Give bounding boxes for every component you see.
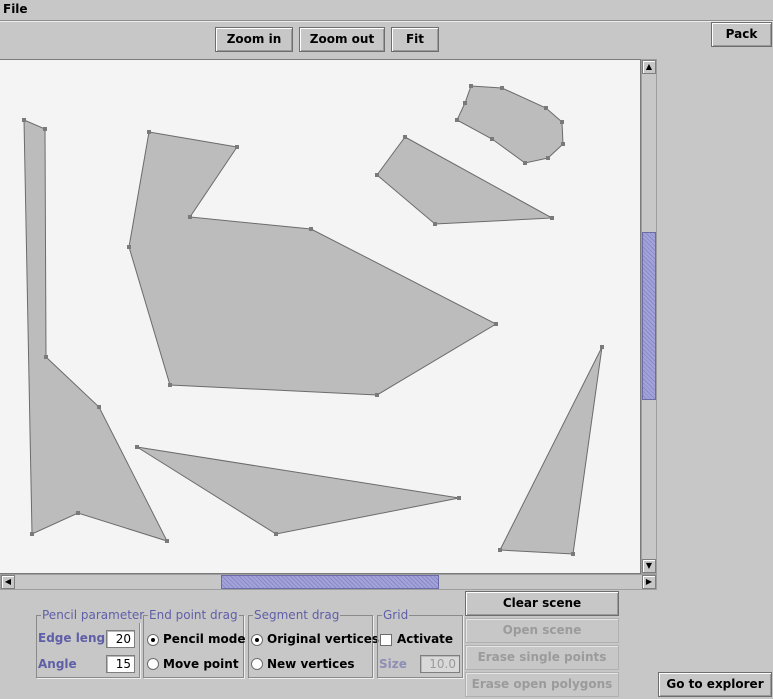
new-vertices-label[interactable]: New vertices	[267, 657, 355, 671]
edge-length-field[interactable]: 20	[106, 630, 135, 648]
vertex-handle[interactable]	[165, 539, 169, 543]
vertex-handle[interactable]	[457, 496, 461, 500]
end-point-drag-title: End point drag	[148, 607, 239, 623]
vertex-handle[interactable]	[455, 118, 459, 122]
go-to-explorer-button[interactable]: Go to explorer	[658, 672, 772, 697]
vertex-handle[interactable]	[274, 532, 278, 536]
vertex-handle[interactable]	[43, 127, 47, 131]
zoom-out-button[interactable]: Zoom out	[299, 27, 385, 52]
vertex-handle[interactable]	[168, 383, 172, 387]
vertex-handle[interactable]	[147, 130, 151, 134]
vertex-handle[interactable]	[544, 106, 548, 110]
angle-field[interactable]: 15	[106, 655, 135, 673]
scroll-right-arrow-icon[interactable]: ▶	[642, 575, 656, 589]
vertex-handle[interactable]	[135, 445, 139, 449]
scroll-up-arrow-icon[interactable]: ▲	[642, 60, 656, 74]
vertex-handle[interactable]	[97, 405, 101, 409]
new-vertices-radio[interactable]	[251, 658, 263, 670]
vertex-handle[interactable]	[600, 345, 604, 349]
fit-button[interactable]: Fit	[391, 27, 439, 52]
vertex-handle[interactable]	[375, 393, 379, 397]
grid-activate-label[interactable]: Activate	[397, 632, 453, 646]
polygon-rounded[interactable]	[456, 85, 564, 164]
vertex-handle[interactable]	[550, 216, 554, 220]
vertex-handle[interactable]	[561, 142, 565, 146]
vertex-handle[interactable]	[44, 355, 48, 359]
segment-drag-title: Segment drag	[253, 607, 341, 623]
vertex-handle[interactable]	[494, 322, 498, 326]
vertex-handle[interactable]	[463, 101, 467, 105]
move-point-label[interactable]: Move point	[163, 657, 239, 671]
erase-single-points-button[interactable]: Erase single points	[465, 645, 619, 670]
radio-selected-dot	[255, 638, 259, 642]
grid-size-label: Size	[379, 657, 407, 671]
vertex-handle[interactable]	[490, 137, 494, 141]
vertex-handle[interactable]	[546, 156, 550, 160]
vertex-handle[interactable]	[375, 173, 379, 177]
grid-title: Grid	[382, 607, 410, 623]
scroll-down-arrow-icon[interactable]: ▼	[642, 559, 656, 573]
vertex-handle[interactable]	[188, 215, 192, 219]
vertex-handle[interactable]	[498, 548, 502, 552]
original-vertices-radio[interactable]	[251, 634, 263, 646]
vertex-handle[interactable]	[560, 120, 564, 124]
menu-bar: File	[0, 0, 773, 20]
open-scene-button[interactable]: Open scene	[465, 618, 619, 643]
vertex-handle[interactable]	[500, 86, 504, 90]
horizontal-scroll-thumb[interactable]	[221, 575, 439, 589]
grid-activate-checkbox[interactable]	[380, 634, 392, 646]
polygon-scene[interactable]	[0, 60, 641, 574]
clear-scene-button[interactable]: Clear scene	[465, 591, 619, 616]
vertical-scroll-thumb[interactable]	[642, 232, 656, 400]
vertex-handle[interactable]	[76, 511, 80, 515]
vertex-handle[interactable]	[127, 245, 131, 249]
pencil-mode-label[interactable]: Pencil mode	[163, 632, 245, 646]
erase-open-polygons-button[interactable]: Erase open polygons	[465, 672, 619, 697]
radio-selected-dot	[151, 638, 155, 642]
scene-canvas[interactable]	[0, 59, 641, 574]
vertex-handle[interactable]	[469, 84, 473, 88]
vertex-handle[interactable]	[433, 222, 437, 226]
horizontal-scrollbar[interactable]: ◀ ▶	[0, 574, 657, 590]
zoom-in-button[interactable]: Zoom in	[215, 27, 293, 52]
vertex-handle[interactable]	[571, 552, 575, 556]
vertical-scrollbar[interactable]: ▲ ▼	[641, 59, 657, 574]
vertex-handle[interactable]	[30, 532, 34, 536]
vertex-handle[interactable]	[309, 227, 313, 231]
move-point-radio[interactable]	[147, 658, 159, 670]
menu-separator	[0, 20, 773, 22]
grid-size-field[interactable]: 10.0	[420, 655, 460, 673]
vertex-handle[interactable]	[403, 135, 407, 139]
menu-file[interactable]: File	[3, 1, 28, 17]
pack-button[interactable]: Pack	[711, 22, 772, 47]
vertex-handle[interactable]	[523, 161, 527, 165]
pencil-parameter-title: Pencil parameter	[41, 607, 146, 623]
angle-label: Angle	[38, 657, 77, 671]
polygon-right-triangle[interactable]	[499, 346, 603, 555]
polygon-bottom-triangle[interactable]	[136, 446, 460, 535]
vertex-handle[interactable]	[235, 145, 239, 149]
vertex-handle[interactable]	[22, 118, 26, 122]
pencil-mode-radio[interactable]	[147, 634, 159, 646]
scroll-left-arrow-icon[interactable]: ◀	[1, 575, 15, 589]
original-vertices-label[interactable]: Original vertices	[267, 632, 379, 646]
